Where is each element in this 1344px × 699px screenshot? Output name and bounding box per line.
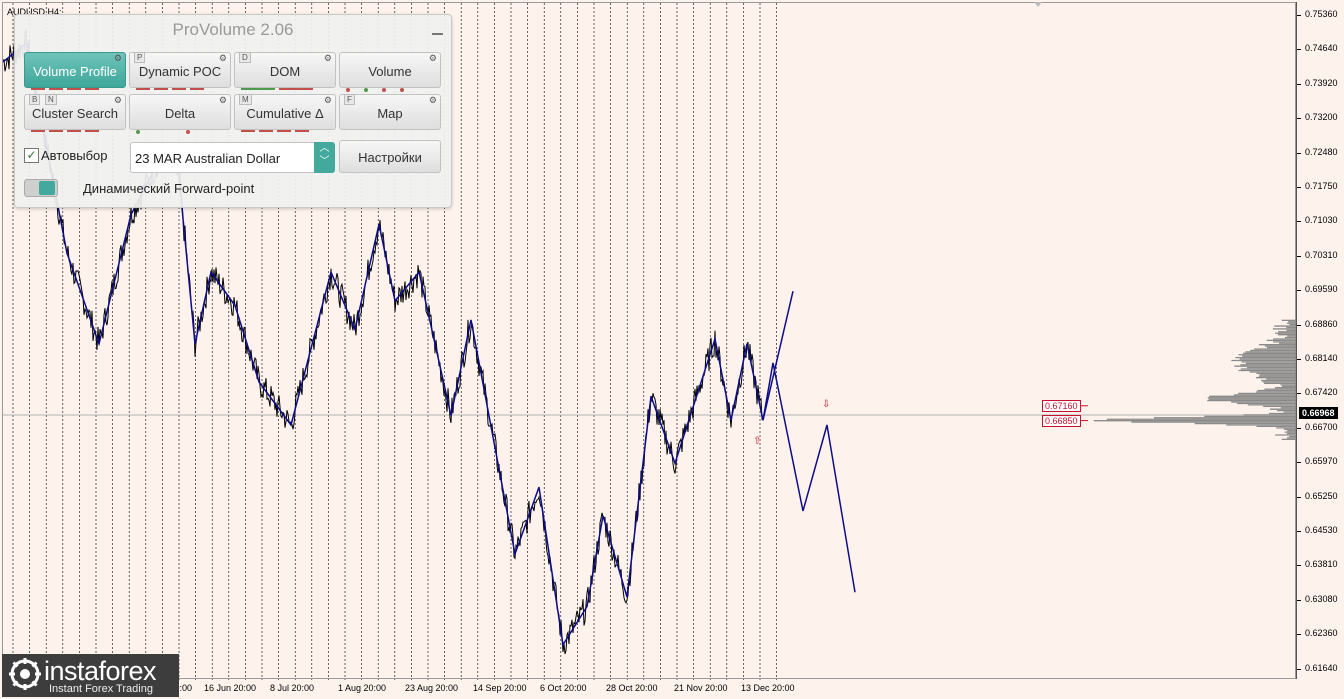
y-tick-label: 0.69590 [1305, 284, 1338, 295]
y-tick [1297, 49, 1301, 51]
instrument-select[interactable]: 23 MAR Australian Dollar ︿ ﹀ [130, 142, 335, 173]
dynamic-poc-button[interactable]: P ⚙ Dynamic POC [129, 52, 231, 90]
x-tick-label: 1 Aug 20:00 [338, 683, 387, 693]
y-tick-label: 0.74640 [1305, 43, 1338, 54]
x-tick-label: 13 Dec 20:00 [741, 683, 795, 693]
y-tick [1297, 187, 1301, 188]
y-tick [1297, 118, 1301, 120]
gear-icon[interactable]: ⚙ [324, 53, 332, 64]
y-tick-label: 0.68860 [1305, 318, 1338, 329]
level-lower: 0.66850 [1042, 415, 1081, 427]
y-tick-label: 0.63080 [1305, 593, 1338, 604]
gear-icon[interactable]: ⚙ [429, 95, 437, 106]
y-tick-label: 0.73200 [1305, 112, 1338, 123]
autoselect-checkbox[interactable]: ✓ [24, 148, 39, 163]
y-tick [1297, 290, 1301, 292]
y-tick-label: 0.72480 [1305, 146, 1338, 157]
cumulative-delta-button[interactable]: M ⚙ Cumulative Δ [234, 94, 336, 132]
gear-icon[interactable]: ⚙ [114, 95, 122, 106]
y-tick [1297, 83, 1301, 85]
x-tick-label: 21 Nov 20:00 [674, 683, 728, 693]
level-upper: 0.67160 [1042, 400, 1081, 412]
logo-subtitle: Instant Forex Trading [49, 683, 153, 695]
y-tick-label: 0.64530 [1305, 525, 1338, 535]
x-tick-label: 14 Sep 20:00 [473, 683, 527, 693]
instrument-value: 23 MAR Australian Dollar [135, 151, 281, 166]
forecast-line [762, 362, 856, 593]
y-tick-label: 0.62360 [1305, 628, 1338, 639]
y-tick [1297, 668, 1301, 670]
current-price-tag: 0.66968 [1299, 407, 1338, 419]
y-tick-label: 0.63810 [1305, 559, 1338, 570]
spinner-icon[interactable]: ︿ ﹀ [314, 142, 335, 173]
down-arrow-icon: ⇩ [822, 399, 830, 410]
volume-profile-button[interactable]: ⚙ Volume Profile [24, 52, 126, 90]
y-tick-label: 0.65250 [1305, 490, 1338, 501]
y-tick-label: 0.71030 [1305, 215, 1338, 226]
y-tick [1297, 531, 1301, 532]
y-tick-label: 0.73920 [1305, 77, 1338, 88]
x-tick-label: 28 Oct 20:00 [606, 683, 658, 693]
forward-point-toggle[interactable] [24, 179, 58, 197]
gear-icon[interactable]: ⚙ [324, 95, 332, 106]
y-tick-label: 0.67420 [1305, 387, 1338, 398]
y-tick-label: 0.70310 [1305, 249, 1338, 260]
map-button[interactable]: F ⚙ Map [339, 94, 441, 130]
scroll-marker[interactable] [1034, 2, 1042, 7]
x-tick-label: 23 Aug 20:00 [405, 683, 459, 693]
time-axis: May 20:0016 Jun 20:008 Jul 20:001 Aug 20… [2, 679, 1296, 699]
gear-icon[interactable]: ⚙ [219, 95, 227, 106]
trading-terminal: ⇩ ⇧ AUDUSD,H4: 0.75360 0.74640 0.73920 0.732… [0, 0, 1344, 699]
instaforex-logo: instaforex Instant Forex Trading [2, 654, 179, 697]
y-tick [1297, 152, 1301, 154]
minimize-button[interactable] [432, 33, 443, 35]
volume-button[interactable]: ⚙ Volume [339, 52, 441, 92]
panel-title: ProVolume 2.06 [172, 20, 294, 39]
forward-point-label: Динамический Forward-point [83, 181, 255, 196]
settings-button[interactable]: Настройки [339, 140, 441, 173]
y-tick-label: 0.71750 [1305, 181, 1338, 191]
y-tick [1297, 324, 1301, 326]
delta-button[interactable]: ⚙ Delta [129, 94, 231, 134]
x-tick-label: 6 Oct 20:00 [540, 683, 587, 693]
y-tick [1297, 462, 1301, 464]
x-tick-label: 16 Jun 20:00 [204, 683, 257, 693]
gear-icon[interactable]: ⚙ [219, 53, 227, 64]
dom-button[interactable]: D ⚙ DOM [234, 52, 336, 90]
y-tick [1297, 359, 1301, 360]
cluster-search-button[interactable]: B N ⚙ Cluster Search [24, 94, 126, 132]
y-tick [1297, 15, 1301, 16]
y-tick [1297, 565, 1301, 567]
y-tick [1297, 427, 1301, 429]
y-tick [1297, 393, 1301, 395]
y-tick-label: 0.66700 [1305, 421, 1338, 432]
up-arrow-icon: ⇧ [753, 436, 761, 447]
y-tick-label: 0.65970 [1305, 456, 1338, 467]
y-tick-label: 0.61640 [1305, 662, 1338, 673]
price-axis[interactable]: 0.75360 0.74640 0.73920 0.73200 0.72480 0.717… [1296, 2, 1344, 679]
y-tick-label: 0.68140 [1305, 353, 1338, 363]
y-tick [1297, 599, 1301, 601]
logo-icon [9, 658, 41, 690]
y-tick [1297, 634, 1301, 636]
y-tick [1297, 255, 1301, 257]
provolume-panel: ProVolume 2.06 ⚙ Volume Profile P ⚙ Dyna… [14, 14, 452, 208]
y-tick-label: 0.75360 [1305, 9, 1338, 19]
y-tick [1297, 221, 1301, 223]
gear-icon[interactable]: ⚙ [429, 53, 437, 64]
gear-icon[interactable]: ⚙ [114, 53, 122, 64]
y-tick [1297, 496, 1301, 498]
x-tick-label: 8 Jul 20:00 [270, 683, 315, 693]
autoselect-label: Автовыбор [41, 148, 108, 163]
